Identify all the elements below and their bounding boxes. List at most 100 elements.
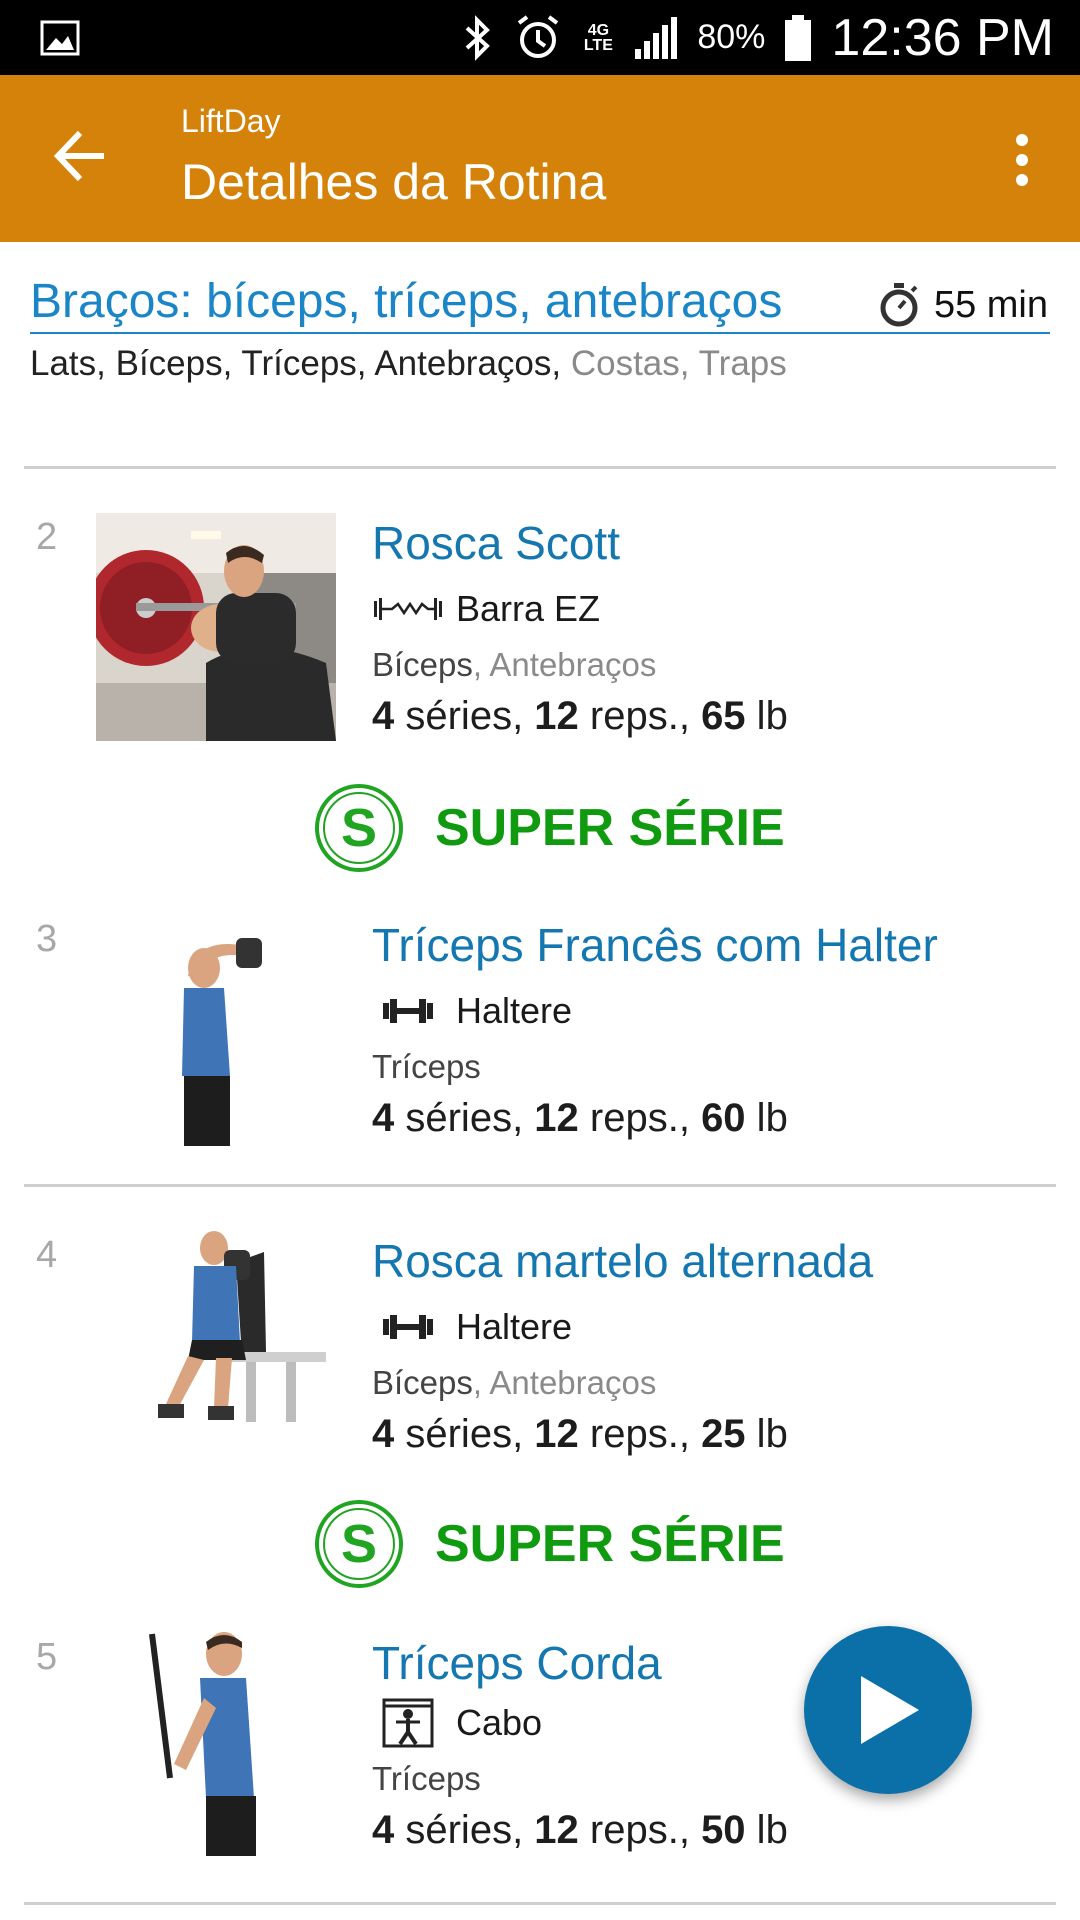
muscle-secondary: , Antebraços	[472, 1364, 657, 1401]
exercise-info: Tríceps Francês com Halter Haltere Tríce…	[372, 918, 938, 1141]
routine-duration: 55 min	[878, 282, 1048, 328]
dumbbell-icon	[383, 1315, 433, 1339]
weight-unit: lb	[745, 1808, 788, 1852]
equipment-label: Haltere	[456, 1306, 573, 1347]
series-count: 4	[372, 1096, 395, 1140]
exercise-photo-rosca-scott	[96, 513, 336, 741]
start-workout-button[interactable]	[804, 1626, 972, 1794]
muscle-primary: Tríceps	[372, 1760, 481, 1797]
divider	[24, 1902, 1056, 1905]
weight-value: 60	[701, 1096, 746, 1140]
muscle-primary: Bíceps	[372, 1364, 473, 1401]
reps-label: reps.,	[578, 1808, 702, 1852]
duration-value: 55 min	[933, 283, 1048, 326]
status-bar: 4G LTE 80% 12:36 PM	[0, 0, 1080, 75]
routine-title[interactable]: Braços: bíceps, tríceps, antebraços	[30, 274, 782, 329]
superset-label: SUPER SÉRIE	[435, 799, 785, 857]
exercise-stats: 4 séries, 12 reps., 60 lb	[372, 1096, 938, 1141]
muscle-primary: Bíceps	[372, 646, 473, 683]
exercise-equipment: Haltere	[372, 1302, 873, 1352]
equipment-label: Barra EZ	[456, 588, 601, 629]
series-label: séries,	[394, 694, 535, 738]
exercise-name[interactable]: Tríceps Francês com Halter	[372, 918, 938, 972]
clock: 12:36 PM	[831, 8, 1054, 67]
superset-icon: S	[315, 784, 403, 872]
superset-marker: S SUPER SÉRIE	[313, 782, 785, 874]
exercise-name[interactable]: Rosca martelo alternada	[372, 1234, 873, 1288]
exercise-info: Tríceps Corda Cabo Tríceps 4 séries, 12 …	[372, 1636, 788, 1853]
exercise-equipment: Haltere	[372, 986, 938, 1036]
routine-header: Braços: bíceps, tríceps, antebraços 55 m…	[30, 272, 1050, 384]
network-type-indicator: 4G LTE	[583, 21, 613, 54]
series-label: séries,	[394, 1412, 535, 1456]
exercise-info: Rosca Scott Barra EZ Bíceps, Antebraços …	[372, 516, 788, 739]
ez-bar-icon	[374, 598, 442, 620]
weight-unit: lb	[745, 694, 788, 738]
exercise-stats: 4 séries, 12 reps., 50 lb	[372, 1808, 788, 1853]
bluetooth-icon	[466, 14, 491, 61]
muscle-primary: Tríceps	[372, 1048, 481, 1085]
app-bar: LiftDay Detalhes da Rotina	[0, 75, 1080, 242]
alarm-icon	[518, 14, 559, 58]
signal-strength-icon	[635, 16, 678, 59]
exercise-equipment: Cabo	[372, 1698, 788, 1748]
equipment-label: Haltere	[456, 990, 573, 1031]
superset-icon: S	[315, 1500, 403, 1588]
gallery-notification-icon	[40, 20, 80, 56]
superset-label: SUPER SÉRIE	[435, 1515, 785, 1573]
reps-label: reps.,	[578, 1412, 702, 1456]
overflow-menu-icon[interactable]	[1004, 130, 1040, 190]
reps-label: reps.,	[578, 694, 702, 738]
back-arrow-icon[interactable]	[50, 125, 112, 187]
app-name: LiftDay	[181, 103, 281, 139]
weight-value: 50	[701, 1808, 746, 1852]
weight-unit: lb	[745, 1096, 788, 1140]
series-label: séries,	[394, 1808, 535, 1852]
exercise-number: 5	[36, 1636, 58, 1678]
weight-unit: lb	[745, 1412, 788, 1456]
exercise-number: 3	[36, 918, 58, 960]
exercise-stats: 4 séries, 12 reps., 25 lb	[372, 1412, 873, 1457]
dumbbell-icon	[383, 999, 433, 1023]
secondary-muscles: Costas, Traps	[561, 344, 787, 383]
exercise-muscles: Tríceps	[372, 1048, 938, 1086]
exercise-stats: 4 séries, 12 reps., 65 lb	[372, 694, 788, 739]
equipment-label: Cabo	[456, 1702, 543, 1743]
primary-muscles: Lats, Bíceps, Tríceps, Antebraços,	[30, 344, 562, 383]
weight-value: 25	[701, 1412, 746, 1456]
exercise-muscles: Bíceps, Antebraços	[372, 1364, 873, 1402]
exercise-muscles: Tríceps	[372, 1760, 788, 1798]
battery-percent: 80%	[697, 18, 766, 56]
series-count: 4	[372, 1412, 395, 1456]
reps-count: 12	[534, 1412, 579, 1456]
stopwatch-icon	[880, 283, 918, 327]
reps-count: 12	[534, 1096, 579, 1140]
exercise-photo-triceps-frances	[96, 926, 336, 1154]
exercise-photo-rosca-martelo	[96, 1222, 336, 1450]
reps-count: 12	[534, 1808, 579, 1852]
exercise-info: Rosca martelo alternada Haltere Bíceps, …	[372, 1234, 873, 1457]
svg-text:S: S	[341, 1514, 377, 1574]
series-count: 4	[372, 1808, 395, 1852]
exercise-name[interactable]: Rosca Scott	[372, 516, 788, 570]
battery-icon	[785, 14, 812, 61]
play-icon	[861, 1676, 919, 1744]
muscle-secondary: , Antebraços	[472, 646, 657, 683]
exercise-photo-triceps-corda	[96, 1628, 336, 1856]
svg-text:S: S	[341, 798, 377, 858]
superset-marker: S SUPER SÉRIE	[313, 1498, 785, 1590]
weight-value: 65	[701, 694, 746, 738]
exercise-equipment: Barra EZ	[372, 584, 788, 634]
exercise-number: 4	[36, 1234, 58, 1276]
exercise-number: 2	[36, 516, 58, 558]
routine-muscles: Lats, Bíceps, Tríceps, Antebraços, Costa…	[30, 344, 1050, 384]
exercise-name[interactable]: Tríceps Corda	[372, 1636, 788, 1690]
exercise-muscles: Bíceps, Antebraços	[372, 646, 788, 684]
divider	[24, 1184, 1056, 1187]
divider	[24, 466, 1056, 469]
routine-title-field[interactable]: Braços: bíceps, tríceps, antebraços 55 m…	[30, 272, 1050, 334]
reps-label: reps.,	[578, 1096, 702, 1140]
page-title: Detalhes da Rotina	[181, 154, 607, 210]
series-count: 4	[372, 694, 395, 738]
series-label: séries,	[394, 1096, 535, 1140]
